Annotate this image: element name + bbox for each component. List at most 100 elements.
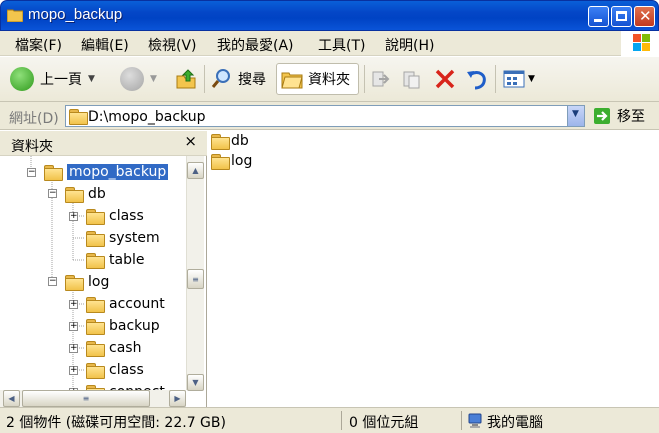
views-icon [503, 70, 525, 88]
maximize-button[interactable] [611, 6, 632, 27]
folder-icon [86, 297, 105, 313]
scroll-thumb[interactable]: ≡ [187, 269, 204, 289]
folder-icon [86, 363, 105, 379]
folder-icon [86, 341, 105, 357]
expand-toggle[interactable]: + [69, 366, 78, 375]
folder-icon [86, 319, 105, 335]
tree-node-cash[interactable]: cash [86, 338, 141, 358]
folders-label: 資料夾 [308, 72, 350, 88]
tree-node-label: table [109, 252, 145, 268]
status-bar: 2 個物件 (磁碟可用空間: 22.7 GB) 0 個位元組 我的電腦 [0, 407, 659, 433]
tree-node-account[interactable]: account [86, 294, 165, 314]
toolbar: 上一頁 ▼ ▼ 搜尋 資料夾 ▼ [0, 57, 659, 102]
back-dropdown-icon[interactable]: ▼ [88, 74, 95, 84]
move-to-icon [372, 71, 390, 87]
address-value: D:\mopo_backup [88, 109, 206, 125]
status-divider [341, 411, 342, 430]
folder-icon [86, 231, 105, 247]
tree-node-class[interactable]: class [86, 206, 144, 226]
search-icon [211, 69, 230, 88]
menu-tools[interactable]: 工具(T) [318, 35, 365, 55]
expand-toggle[interactable]: + [69, 322, 78, 331]
minimize-button[interactable] [588, 6, 609, 27]
title-bar[interactable]: mopo_backup ✕ [0, 0, 659, 31]
file-item-label: log [231, 153, 253, 169]
window-title: mopo_backup [28, 6, 123, 23]
collapse-toggle[interactable]: − [27, 168, 36, 177]
address-input[interactable]: D:\mopo_backup ▼ [65, 105, 585, 127]
my-computer-icon [468, 413, 482, 428]
tree-node-table[interactable]: table [86, 250, 144, 270]
views-button[interactable]: ▼ [502, 63, 535, 95]
folders-pane: 資料夾 × − mopo_backup − db + class system … [0, 131, 207, 407]
close-button[interactable]: ✕ [634, 6, 655, 27]
tree-node-log[interactable]: log [65, 272, 109, 292]
menu-favorites[interactable]: 我的最愛(A) [217, 35, 294, 55]
scroll-left-button[interactable]: ◀ [3, 390, 20, 407]
search-label: 搜尋 [238, 72, 266, 88]
close-icon: ✕ [639, 7, 652, 25]
horizontal-scrollbar[interactable]: ◀ ≡ ▶ [0, 390, 186, 407]
move-to-button[interactable] [370, 63, 392, 95]
folder-icon [86, 209, 105, 225]
folder-icon [7, 9, 23, 22]
menu-edit[interactable]: 編輯(E) [81, 35, 129, 55]
folder-tree: − mopo_backup − db + class system table … [0, 156, 186, 399]
address-dropdown-button[interactable]: ▼ [567, 106, 584, 126]
undo-button[interactable] [465, 63, 489, 95]
scroll-up-button[interactable]: ▲ [187, 162, 204, 179]
scroll-right-button[interactable]: ▶ [169, 390, 186, 407]
tree-node-label: log [88, 274, 110, 290]
vertical-scrollbar[interactable]: ▲ ≡ ▼ [186, 156, 204, 391]
back-arrow-icon [10, 67, 34, 91]
folders-button[interactable]: 資料夾 [276, 63, 359, 95]
tree-node-label: account [109, 296, 165, 312]
search-button[interactable]: 搜尋 [210, 63, 266, 95]
status-divider [461, 411, 462, 430]
up-folder-button[interactable] [175, 63, 197, 95]
back-button[interactable]: 上一頁 ▼ [10, 63, 95, 95]
open-folder-icon [65, 187, 84, 203]
tree-node-label: system [109, 230, 160, 246]
close-pane-icon[interactable]: × [184, 132, 197, 150]
tree-node-label: db [88, 186, 106, 202]
h-scroll-thumb[interactable]: ≡ [22, 390, 150, 407]
back-label: 上一頁 [40, 72, 82, 88]
expand-toggle[interactable]: + [69, 344, 78, 353]
menu-help[interactable]: 說明(H) [385, 35, 434, 55]
toolbar-separator [495, 65, 496, 93]
delete-button[interactable] [434, 63, 456, 95]
menu-bar: 檔案(F) 編輯(E) 檢視(V) 我的最愛(A) 工具(T) 說明(H) [0, 31, 659, 56]
copy-to-button[interactable] [401, 63, 423, 95]
tree-node-system[interactable]: system [86, 228, 160, 248]
forward-arrow-icon [120, 67, 144, 91]
tree-node-db[interactable]: db [65, 184, 106, 204]
copy-to-icon [403, 71, 420, 89]
address-bar: 網址(D) D:\mopo_backup ▼ 移至 [0, 102, 659, 130]
file-item-db[interactable]: db [211, 133, 249, 150]
expand-toggle[interactable]: + [69, 212, 78, 221]
expand-toggle[interactable]: + [69, 300, 78, 309]
file-list: db log [208, 131, 659, 407]
tree-node-backup[interactable]: backup [86, 316, 160, 336]
forward-dropdown-icon[interactable]: ▼ [150, 74, 157, 84]
open-folder-icon [65, 275, 84, 291]
address-label: 網址(D) [9, 111, 59, 127]
folder-icon [211, 154, 230, 170]
go-button[interactable]: 移至 [593, 106, 645, 126]
tree-node-label: mopo_backup [67, 164, 169, 180]
menu-view[interactable]: 檢視(V) [148, 35, 197, 55]
toolbar-separator [364, 65, 365, 93]
tree-node-mopo-backup[interactable]: mopo_backup [44, 162, 169, 182]
forward-button[interactable]: ▼ [120, 63, 157, 95]
scroll-down-button[interactable]: ▼ [187, 374, 204, 391]
go-label: 移至 [617, 109, 645, 125]
file-item-log[interactable]: log [211, 153, 253, 170]
up-folder-icon [176, 69, 196, 89]
collapse-toggle[interactable]: − [48, 189, 57, 198]
status-size: 0 個位元組 [349, 415, 419, 431]
menu-file[interactable]: 檔案(F) [15, 35, 62, 55]
collapse-toggle[interactable]: − [48, 277, 57, 286]
views-dropdown-icon: ▼ [528, 74, 535, 84]
tree-node-class-log[interactable]: class [86, 360, 144, 380]
